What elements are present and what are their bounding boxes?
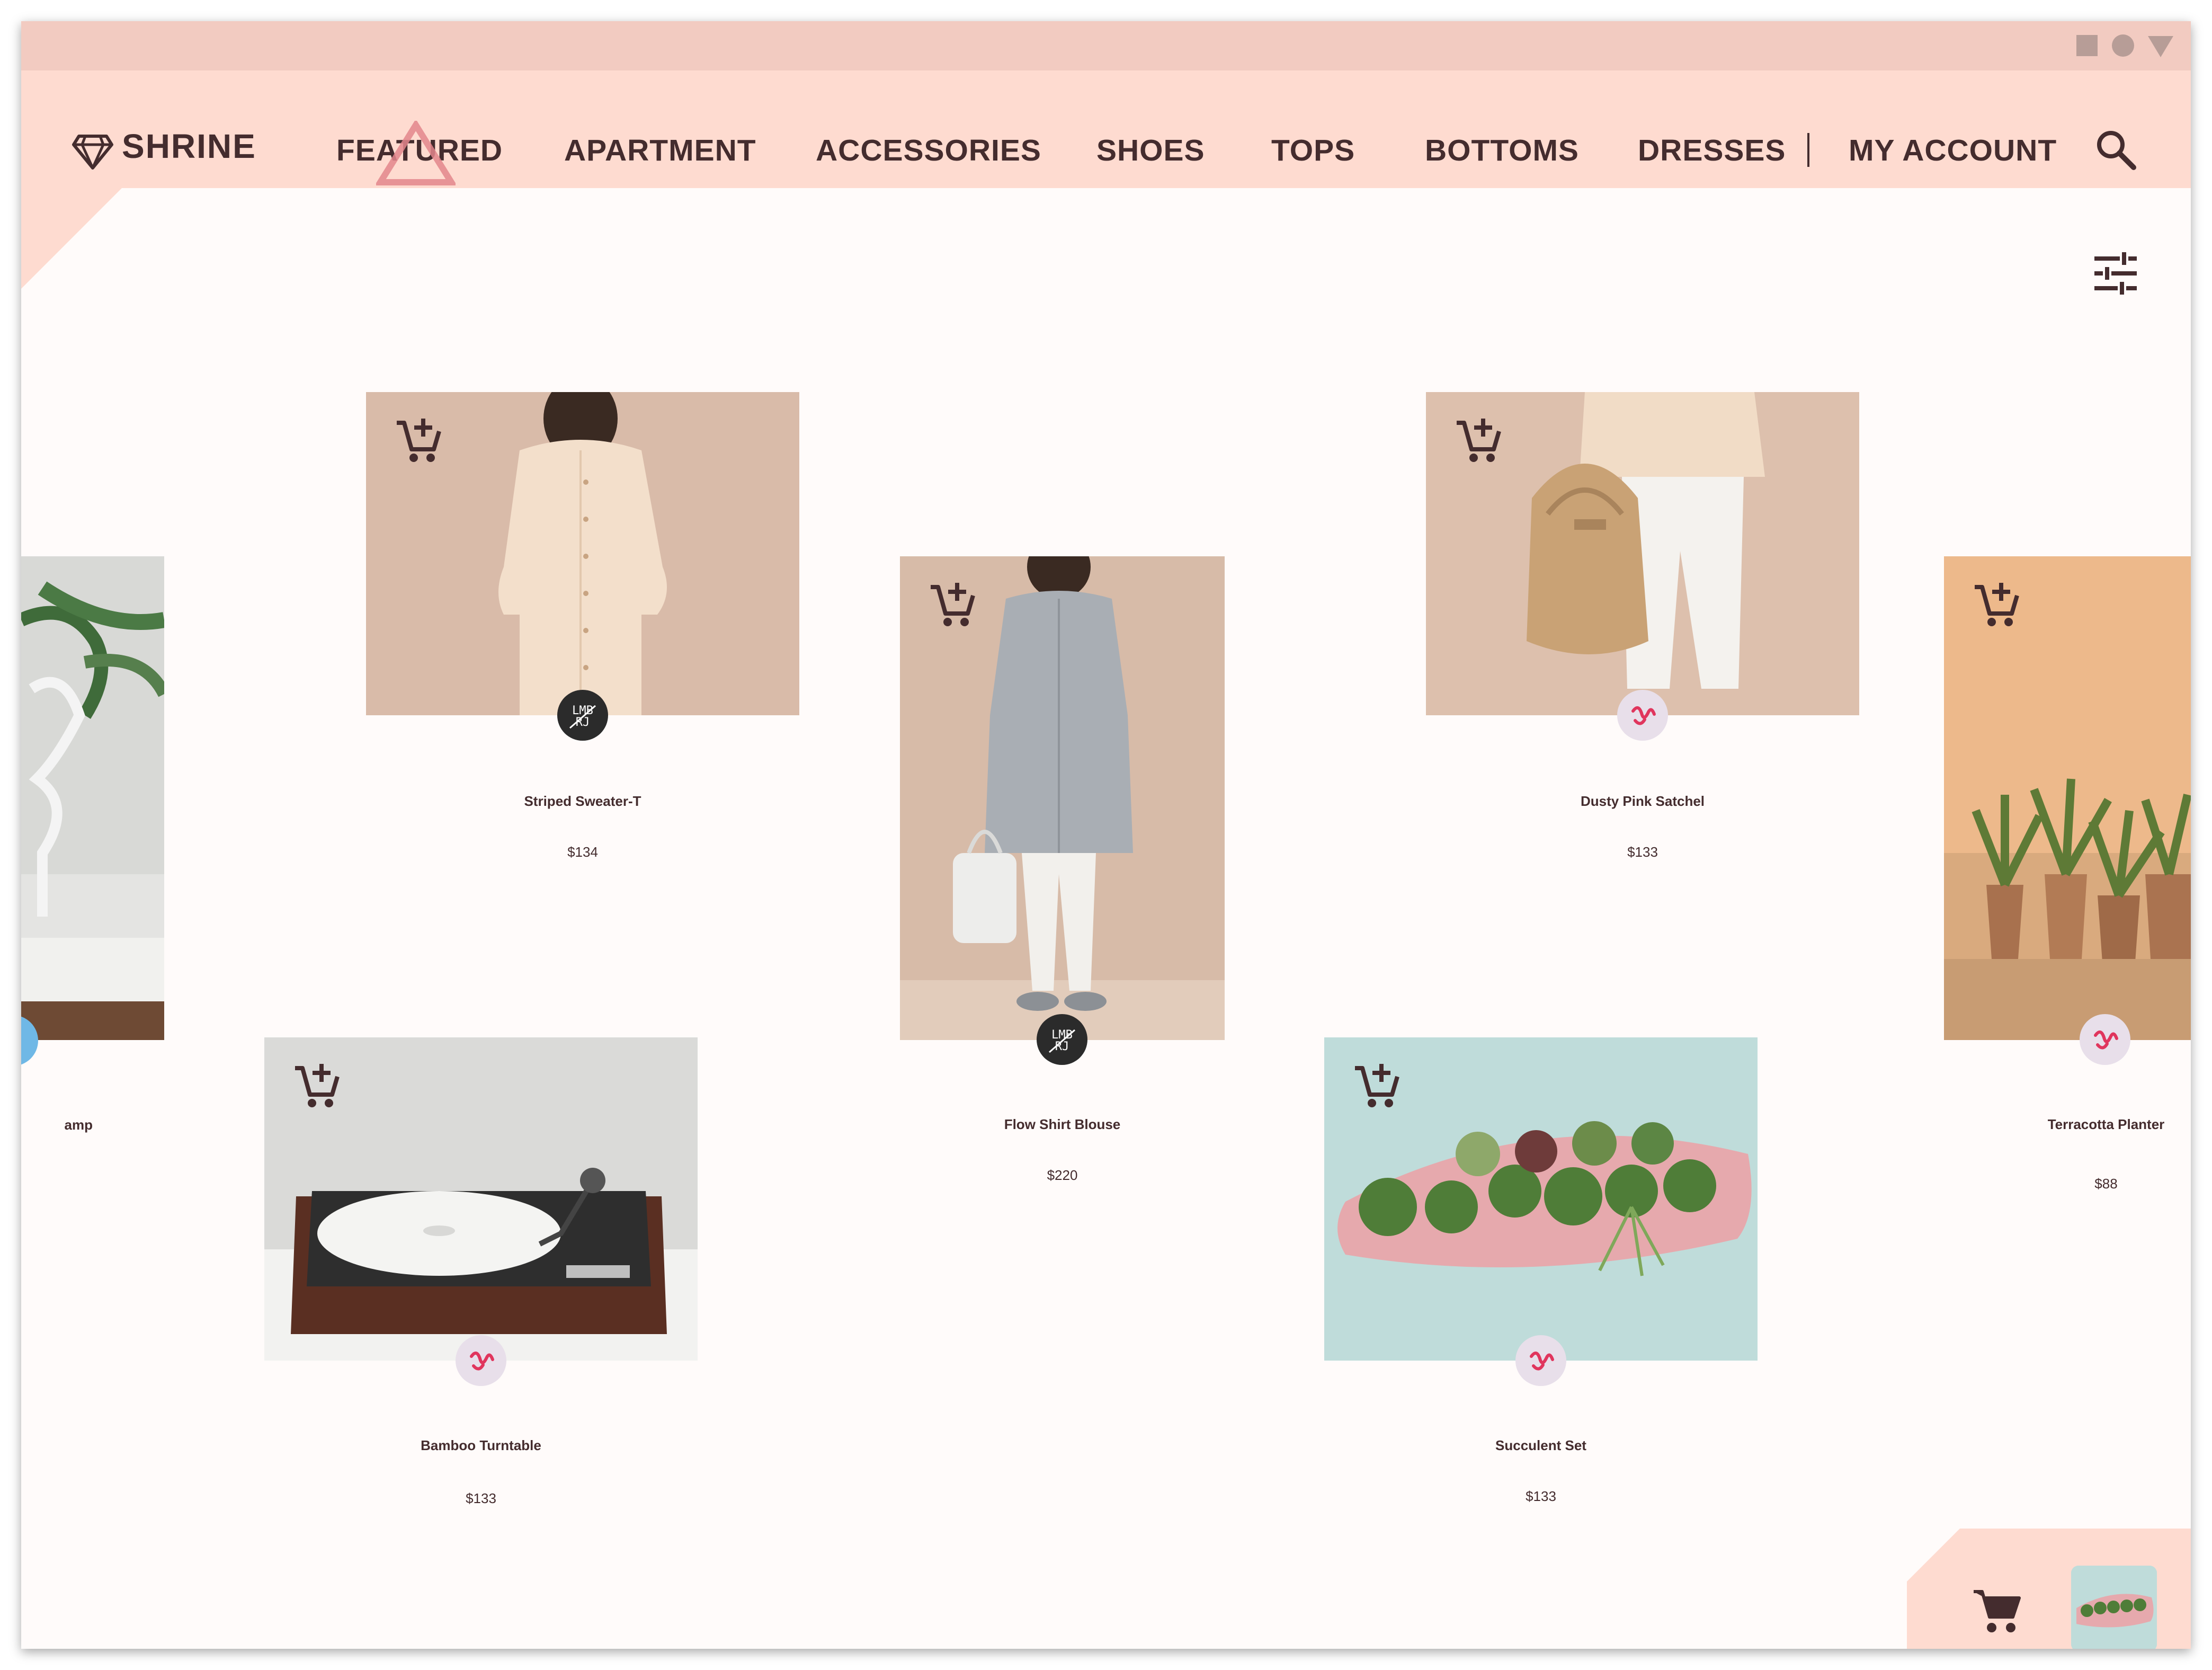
- vendor-badge: LMB RJ: [557, 690, 608, 741]
- cart-item-thumbnail[interactable]: [2071, 1566, 2157, 1649]
- product-name: amp: [64, 1117, 93, 1133]
- vendor-badge: LMB RJ: [1037, 1014, 1087, 1065]
- product-price: $133: [1526, 1488, 1556, 1504]
- nav-accessories[interactable]: ACCESSORIES: [816, 133, 1041, 168]
- product-name: Dusty Pink Satchel: [1580, 793, 1705, 809]
- nav-tops[interactable]: TOPS: [1271, 133, 1355, 168]
- vendor-badge: [2080, 1014, 2130, 1065]
- add-to-cart-icon[interactable]: [1351, 1061, 1402, 1112]
- add-to-cart-icon[interactable]: [291, 1061, 342, 1112]
- nav-shoes[interactable]: SHOES: [1096, 133, 1205, 168]
- nav-dresses[interactable]: DRESSES: [1638, 133, 1786, 168]
- shopping-cart-icon[interactable]: [1970, 1583, 2023, 1636]
- cart-panel-cut-corner: [1907, 1529, 1960, 1582]
- product-name: Flow Shirt Blouse: [1004, 1116, 1121, 1132]
- vendor-badge: [1515, 1335, 1566, 1386]
- add-to-cart-icon[interactable]: [1452, 415, 1503, 466]
- product-card[interactable]: Terracotta Planter $88: [1944, 556, 2191, 1213]
- window-triangle-control[interactable]: [2148, 36, 2173, 57]
- product-name: Bamboo Turntable: [421, 1437, 541, 1453]
- product-name: Terracotta Planter: [2047, 1116, 2165, 1132]
- diamond-logo-icon[interactable]: [72, 129, 114, 171]
- window-circle-control[interactable]: [2112, 34, 2134, 57]
- product-card[interactable]: Bamboo Turntable $133: [264, 1037, 698, 1514]
- product-price: $88: [2094, 1176, 2118, 1192]
- window-chrome: [21, 21, 2191, 70]
- brand-name[interactable]: SHRINE: [122, 127, 256, 166]
- product-price: $133: [466, 1490, 496, 1506]
- product-price: $220: [1047, 1167, 1078, 1183]
- vendor-badge: [1617, 690, 1668, 741]
- product-name: Striped Sweater-T: [524, 793, 641, 809]
- add-to-cart-icon[interactable]: [1970, 580, 2021, 630]
- tune-icon[interactable]: [2090, 248, 2141, 299]
- app-window: SHRINE FEATURED APARTMENT ACCESSORIES SH…: [21, 21, 2191, 1649]
- nav-bottoms[interactable]: BOTTOMS: [1425, 133, 1579, 168]
- add-to-cart-icon[interactable]: [393, 415, 443, 466]
- product-card[interactable]: LMB RJ Striped Sweater-T $134: [366, 392, 799, 869]
- vendor-badge: [456, 1335, 506, 1386]
- product-price: $133: [1627, 844, 1658, 860]
- nav-apartment[interactable]: APARTMENT: [564, 133, 756, 168]
- product-card[interactable]: Dusty Pink Satchel $133: [1426, 392, 1859, 869]
- add-to-cart-icon[interactable]: [926, 580, 977, 630]
- search-icon[interactable]: [2093, 127, 2138, 172]
- top-app-bar: SHRINE FEATURED APARTMENT ACCESSORIES SH…: [21, 70, 2191, 188]
- product-price: $134: [567, 844, 598, 860]
- product-card[interactable]: LMB RJ Flow Shirt Blouse $220: [900, 556, 1225, 1213]
- product-image: [21, 556, 164, 1040]
- nav-my-account[interactable]: MY ACCOUNT: [1849, 133, 2057, 168]
- product-card[interactable]: Succulent Set $133: [1324, 1037, 1758, 1514]
- active-tab-triangle-icon: [376, 121, 456, 185]
- product-card[interactable]: amp: [21, 556, 164, 1133]
- nav-divider: [1807, 133, 1809, 167]
- product-name: Succulent Set: [1495, 1437, 1586, 1453]
- window-square-control[interactable]: [2076, 35, 2098, 56]
- header-cut-corner: [21, 188, 122, 289]
